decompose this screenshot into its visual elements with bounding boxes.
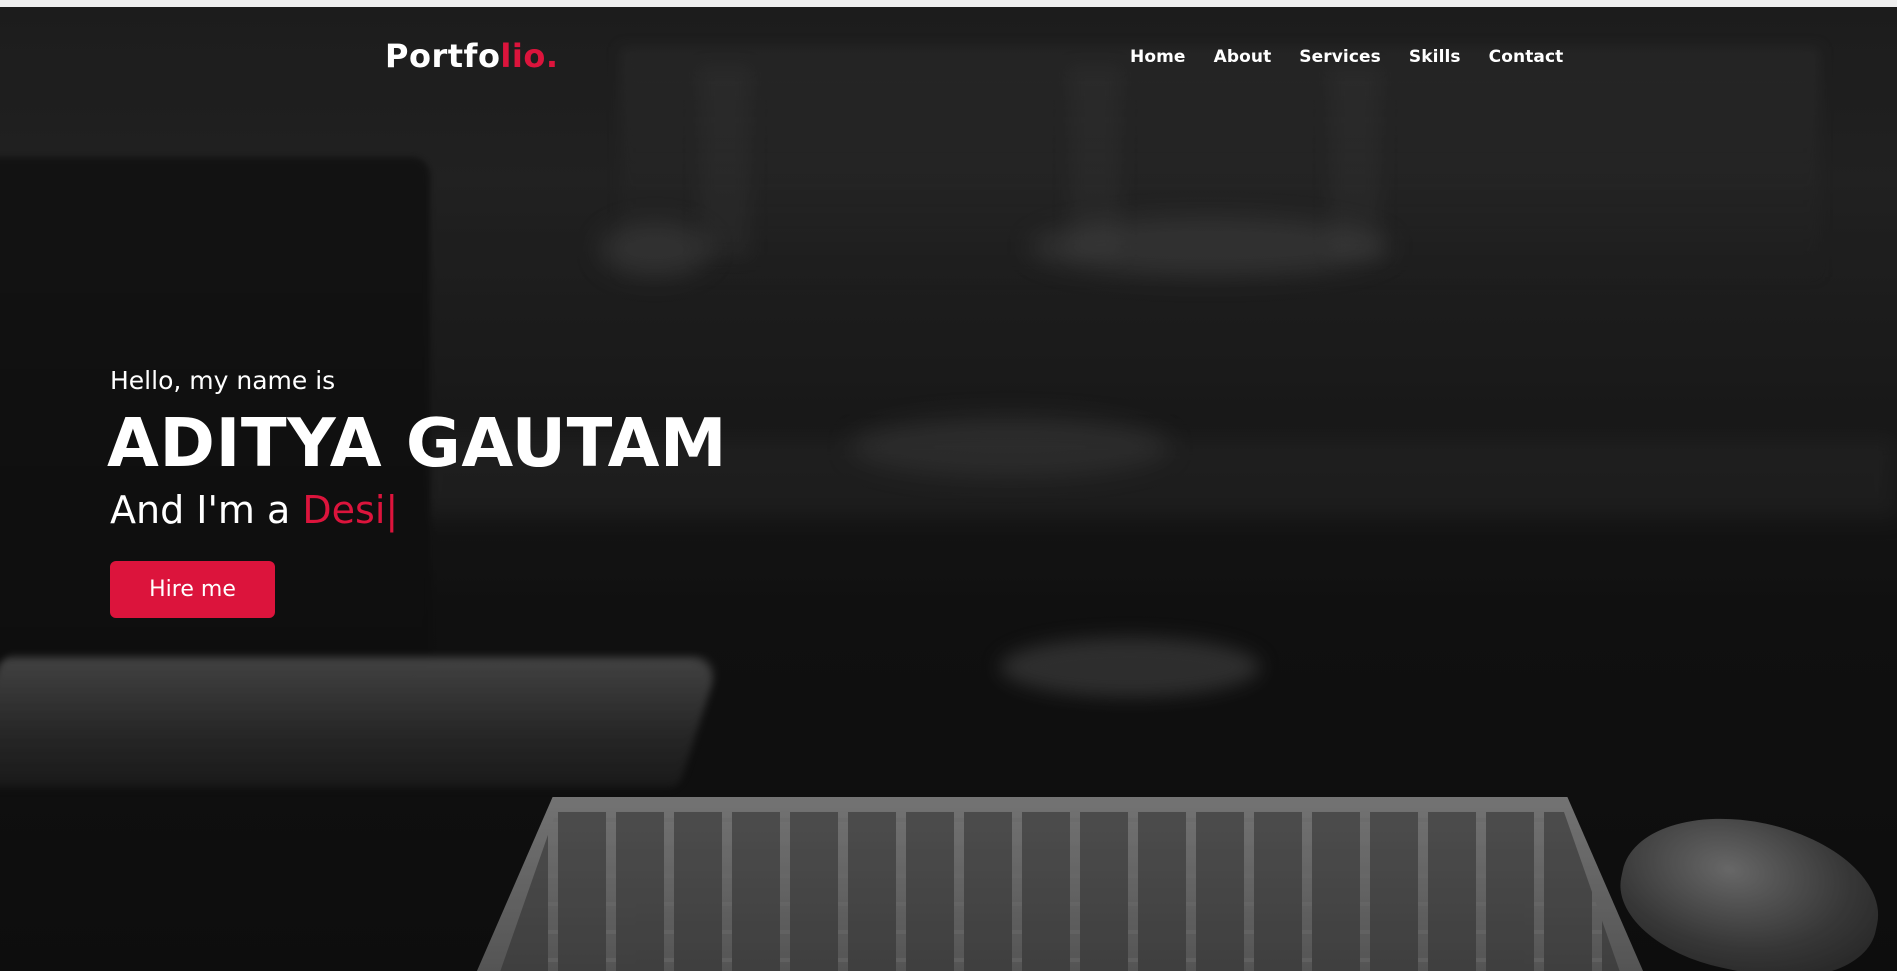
- navbar: Portfolio. Home About Services Skills Co…: [0, 7, 1897, 77]
- hero-greeting: Hello, my name is: [110, 366, 336, 395]
- hero-name: ADITYA GAUTAM: [107, 404, 728, 482]
- hero-role-prefix: And I'm a: [110, 488, 303, 532]
- hero-role: And I'm a Desi|: [110, 488, 398, 532]
- nav-link-contact[interactable]: Contact: [1489, 47, 1564, 67]
- nav-link-home[interactable]: Home: [1130, 47, 1186, 67]
- logo-link[interactable]: Portfolio.: [385, 37, 559, 75]
- nav-link-services[interactable]: Services: [1299, 47, 1381, 67]
- logo-accent-text: lio.: [500, 37, 559, 75]
- nav-link-about[interactable]: About: [1214, 47, 1272, 67]
- hero-role-typed: Desi: [302, 488, 386, 532]
- nav-menu: Home About Services Skills Contact: [1130, 47, 1591, 67]
- browser-top-strip: [0, 0, 1897, 7]
- hire-me-button[interactable]: Hire me: [110, 561, 275, 618]
- typing-cursor: |: [385, 488, 399, 532]
- nav-link-skills[interactable]: Skills: [1409, 47, 1461, 67]
- logo-text: Portfo: [385, 37, 501, 75]
